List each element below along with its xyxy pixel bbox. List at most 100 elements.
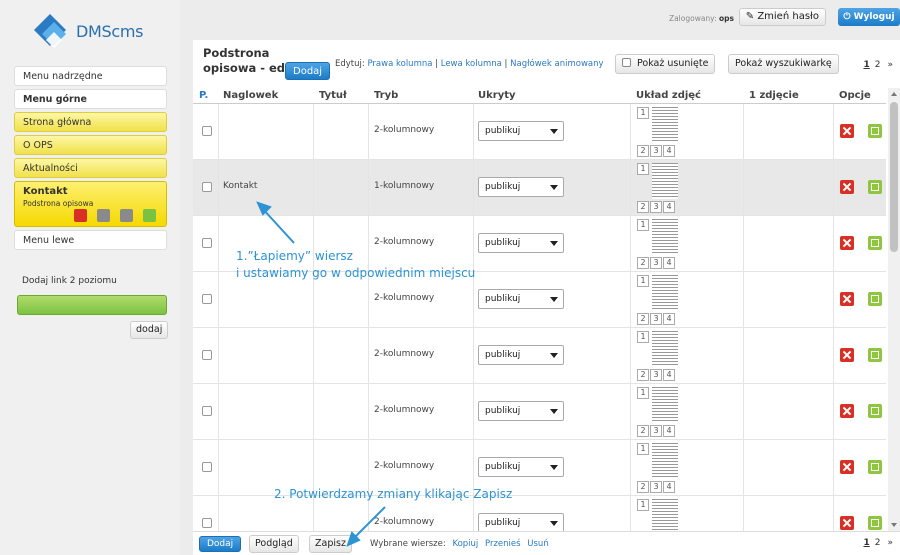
delete-icon[interactable] xyxy=(840,516,854,530)
add-button[interactable]: Dodaj xyxy=(285,62,331,80)
delete-icon[interactable] xyxy=(840,236,854,250)
page-link-1[interactable]: 1 xyxy=(863,538,869,548)
layout-option-3[interactable]: 3 xyxy=(650,313,662,325)
layout-option-4[interactable]: 4 xyxy=(663,257,675,269)
layout-option-4[interactable]: 4 xyxy=(663,481,675,493)
layout-option-3[interactable]: 3 xyxy=(650,257,662,269)
row-checkbox[interactable] xyxy=(202,126,212,136)
visibility-select[interactable]: publikuj xyxy=(478,513,564,533)
layout-option-1[interactable]: 1 xyxy=(637,275,649,287)
layout-option-1[interactable]: 1 xyxy=(637,163,649,175)
layout-option-3[interactable]: 3 xyxy=(650,369,662,381)
layout-option-1[interactable]: 1 xyxy=(637,387,649,399)
move-down-icon[interactable] xyxy=(119,209,133,222)
layout-option-4[interactable]: 4 xyxy=(663,145,675,157)
column-header-naglowek[interactable]: Naglowek xyxy=(223,88,278,104)
delete-icon[interactable] xyxy=(840,404,854,418)
table-scrollbar[interactable] xyxy=(888,88,900,531)
delete-link[interactable]: Usuń xyxy=(527,539,548,549)
column-header-1-zdjecie[interactable]: 1 zdjęcie xyxy=(749,88,799,104)
visibility-select[interactable]: publikuj xyxy=(478,345,564,365)
change-password-button[interactable]: ✎ Zmień hasło xyxy=(738,8,826,26)
layout-option-2[interactable]: 2 xyxy=(637,481,649,493)
visibility-select[interactable]: publikuj xyxy=(478,177,564,197)
page-next[interactable]: » xyxy=(887,538,893,548)
layout-option-2[interactable]: 2 xyxy=(637,425,649,437)
delete-icon[interactable] xyxy=(840,292,854,306)
move-link[interactable]: Przenieś xyxy=(485,539,521,549)
layout-option-3[interactable]: 3 xyxy=(650,481,662,493)
layout-option-1[interactable]: 1 xyxy=(637,331,649,343)
page-next[interactable]: » xyxy=(887,60,893,70)
edit-icon[interactable] xyxy=(868,460,882,474)
column-header-tryb[interactable]: Tryb xyxy=(374,88,398,104)
scroll-down-icon[interactable] xyxy=(891,523,897,527)
sidebar-item-menu-nadrzedne[interactable]: Menu nadrzędne xyxy=(14,66,167,86)
column-header-uklad[interactable]: Układ zdjęć xyxy=(636,88,701,104)
table-row[interactable]: 2-kolumnowy publikuj 1 234 xyxy=(193,104,886,160)
logo[interactable]: DMScms xyxy=(30,12,170,54)
save-button[interactable]: Zapisz xyxy=(309,535,352,553)
delete-icon[interactable] xyxy=(840,348,854,362)
layout-option-2[interactable]: 2 xyxy=(637,257,649,269)
sidebar-item-kontakt[interactable]: Kontakt Podstrona opisowa xyxy=(14,181,167,227)
copy-link[interactable]: Kopiuj xyxy=(452,539,478,549)
row-checkbox[interactable] xyxy=(202,238,212,248)
edit-icon[interactable] xyxy=(868,404,882,418)
page-link-1[interactable]: 1 xyxy=(863,60,869,70)
scroll-thumb[interactable] xyxy=(890,102,898,252)
delete-icon[interactable] xyxy=(73,209,87,222)
show-deleted-button[interactable]: Pokaż usunięte xyxy=(615,54,716,74)
layout-option-2[interactable]: 2 xyxy=(637,313,649,325)
edit-icon[interactable] xyxy=(868,516,882,530)
delete-icon[interactable] xyxy=(840,124,854,138)
page-link-2[interactable]: 2 xyxy=(875,538,881,548)
edit-icon[interactable] xyxy=(868,124,882,138)
column-header-tytul[interactable]: Tytuł xyxy=(319,88,347,104)
edit-link-right-column[interactable]: Prawa kolumna xyxy=(367,59,432,69)
preview-button[interactable]: Podgląd xyxy=(249,535,299,553)
visibility-select[interactable]: publikuj xyxy=(478,401,564,421)
edit-icon[interactable] xyxy=(143,209,156,222)
table-row[interactable]: 2-kolumnowy publikuj 1 234 xyxy=(193,328,886,384)
visibility-select[interactable]: publikuj xyxy=(478,233,564,253)
edit-link-animated-header[interactable]: Nagłówek animowany xyxy=(510,59,603,69)
delete-icon[interactable] xyxy=(840,180,854,194)
layout-option-1[interactable]: 1 xyxy=(637,219,649,231)
row-checkbox[interactable] xyxy=(202,294,212,304)
visibility-select[interactable]: publikuj xyxy=(478,121,564,141)
layout-option-1[interactable]: 1 xyxy=(637,443,649,455)
layout-option-3[interactable]: 3 xyxy=(650,425,662,437)
column-header-p[interactable]: P. xyxy=(199,88,208,104)
row-checkbox[interactable] xyxy=(202,350,212,360)
layout-option-4[interactable]: 4 xyxy=(663,425,675,437)
layout-option-4[interactable]: 4 xyxy=(663,201,675,213)
table-row[interactable]: 2-kolumnowy publikuj 1 234 xyxy=(193,384,886,440)
delete-icon[interactable] xyxy=(840,460,854,474)
layout-option-4[interactable]: 4 xyxy=(663,369,675,381)
logout-button[interactable]: ⏻ Wyloguj xyxy=(838,8,900,26)
layout-option-1[interactable]: 1 xyxy=(637,499,649,511)
visibility-select[interactable]: publikuj xyxy=(478,289,564,309)
add-link-input[interactable] xyxy=(17,295,167,315)
sidebar-item-aktualnosci[interactable]: Aktualności xyxy=(14,158,167,178)
footer-add-button[interactable]: Dodaj xyxy=(199,536,242,552)
sidebar-item-strona-glowna[interactable]: Strona główna xyxy=(14,112,167,132)
row-checkbox[interactable] xyxy=(202,182,212,192)
sidebar-item-o-ops[interactable]: O OPS xyxy=(14,135,167,155)
edit-icon[interactable] xyxy=(868,292,882,306)
row-checkbox[interactable] xyxy=(202,518,212,528)
sidebar-add-button[interactable]: dodaj xyxy=(130,321,169,339)
table-row[interactable]: Kontakt 1-kolumnowy publikuj 1 2 3 4 xyxy=(193,160,886,216)
edit-icon[interactable] xyxy=(868,348,882,362)
layout-option-3[interactable]: 3 xyxy=(650,201,662,213)
show-search-button[interactable]: Pokaż wyszukiwarkę xyxy=(728,54,839,74)
layout-option-3[interactable]: 3 xyxy=(650,145,662,157)
row-checkbox[interactable] xyxy=(202,462,212,472)
layout-option-4[interactable]: 4 xyxy=(663,313,675,325)
row-checkbox[interactable] xyxy=(202,406,212,416)
scroll-up-icon[interactable] xyxy=(891,92,897,96)
column-header-ukryty[interactable]: Ukryty xyxy=(478,88,516,104)
page-link-2[interactable]: 2 xyxy=(875,60,881,70)
edit-link-left-column[interactable]: Lewa kolumna xyxy=(441,59,502,69)
